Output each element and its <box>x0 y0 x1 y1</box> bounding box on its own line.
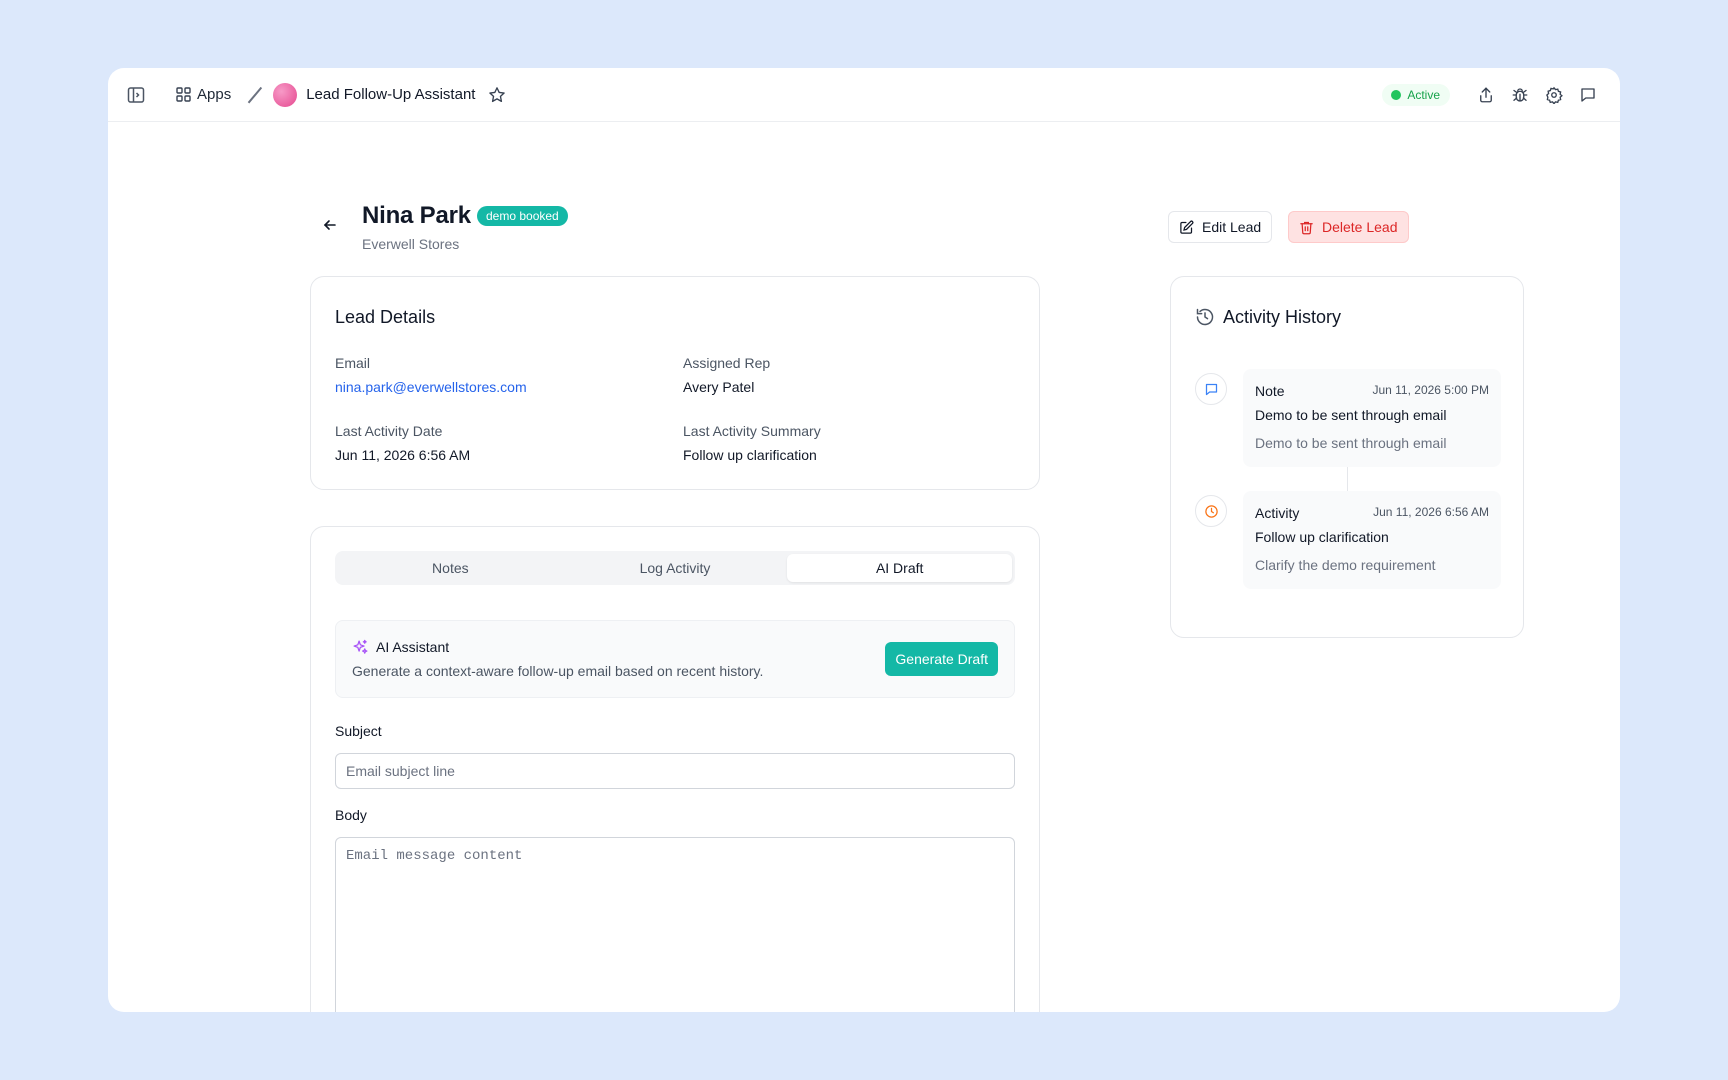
activity-history-card: Activity History Note Jun 11, 2026 5:00 … <box>1170 276 1524 638</box>
sparkles-icon <box>352 639 369 661</box>
clock-icon <box>1195 495 1227 527</box>
ai-assistant-panel: AI Assistant Generate a context-aware fo… <box>335 620 1015 698</box>
email-link[interactable]: nina.park@everwellstores.com <box>335 379 527 395</box>
bug-icon[interactable] <box>1508 83 1532 107</box>
lead-name: Nina Park <box>362 202 471 229</box>
main-content: Nina Park demo booked Everwell Stores Ed… <box>310 122 1524 1012</box>
actions-card: Notes Log Activity AI Draft AI Assistant… <box>310 526 1040 1012</box>
entry-date: Jun 11, 2026 6:56 AM <box>1373 505 1489 519</box>
assigned-rep-value: Avery Patel <box>683 379 755 395</box>
top-bar: Apps Lead Follow-Up Assistant Active <box>108 68 1620 122</box>
tab-ai-draft[interactable]: AI Draft <box>787 554 1013 582</box>
body-textarea[interactable] <box>335 837 1015 1012</box>
last-activity-date-value: Jun 11, 2026 6:56 AM <box>335 447 471 463</box>
app-avatar <box>273 82 298 107</box>
stage-badge: demo booked <box>477 206 568 226</box>
email-label: Email <box>335 355 371 371</box>
sidebar-toggle-icon[interactable] <box>124 83 148 107</box>
history-entry: Note Jun 11, 2026 5:00 PM Demo to be sen… <box>1243 369 1501 467</box>
edit-icon <box>1180 220 1194 234</box>
trash-icon <box>1300 221 1313 234</box>
share-icon[interactable] <box>1474 83 1498 107</box>
back-arrow-icon[interactable] <box>322 217 338 238</box>
app-title: Lead Follow-Up Assistant <box>306 86 476 103</box>
apps-label: Apps <box>197 86 232 103</box>
edit-lead-label: Edit Lead <box>1202 219 1262 235</box>
body-label: Body <box>335 807 367 823</box>
tab-notes[interactable]: Notes <box>338 554 563 582</box>
activity-history-title: Activity History <box>1223 307 1342 327</box>
app-window: Apps Lead Follow-Up Assistant Active Nin… <box>108 68 1620 1012</box>
entry-date: Jun 11, 2026 5:00 PM <box>1372 383 1489 397</box>
ai-assistant-title: AI Assistant <box>376 639 450 655</box>
chat-icon[interactable] <box>1576 83 1600 107</box>
ai-assistant-description: Generate a context-aware follow-up email… <box>352 663 764 679</box>
entry-headline: Follow up clarification <box>1255 529 1389 545</box>
star-icon[interactable] <box>485 83 509 107</box>
edit-lead-button[interactable]: Edit Lead <box>1168 211 1273 243</box>
status-badge: Active <box>1382 84 1450 106</box>
delete-lead-button[interactable]: Delete Lead <box>1288 211 1409 243</box>
entry-body: Demo to be sent through email <box>1255 435 1447 451</box>
message-icon <box>1195 373 1227 405</box>
entry-headline: Demo to be sent through email <box>1255 407 1447 423</box>
lead-company: Everwell Stores <box>362 236 460 252</box>
apps-link[interactable]: Apps <box>176 86 231 103</box>
status-dot <box>1391 90 1402 100</box>
subject-input[interactable] <box>335 753 1015 789</box>
subject-label: Subject <box>335 723 382 739</box>
lead-details-card: Lead Details Email nina.park@everwellsto… <box>310 276 1040 490</box>
assigned-rep-label: Assigned Rep <box>683 355 771 371</box>
entry-type: Activity <box>1255 505 1300 521</box>
delete-lead-label: Delete Lead <box>1322 219 1398 235</box>
history-entry: Activity Jun 11, 2026 6:56 AM Follow up … <box>1243 491 1501 589</box>
tab-bar: Notes Log Activity AI Draft <box>335 551 1015 585</box>
generate-draft-button[interactable]: Generate Draft <box>885 642 998 676</box>
lead-details-title: Lead Details <box>335 307 436 327</box>
breadcrumb-separator <box>247 87 263 103</box>
entry-body: Clarify the demo requirement <box>1255 557 1436 573</box>
last-activity-summary-value: Follow up clarification <box>683 447 817 463</box>
settings-gear-icon[interactable] <box>1542 83 1566 107</box>
status-label: Active <box>1407 88 1440 102</box>
history-icon <box>1195 307 1215 332</box>
tab-log-activity[interactable]: Log Activity <box>563 554 788 582</box>
last-activity-date-label: Last Activity Date <box>335 423 443 439</box>
entry-type: Note <box>1255 383 1285 399</box>
last-activity-summary-label: Last Activity Summary <box>683 423 821 439</box>
grid-icon <box>176 87 191 102</box>
